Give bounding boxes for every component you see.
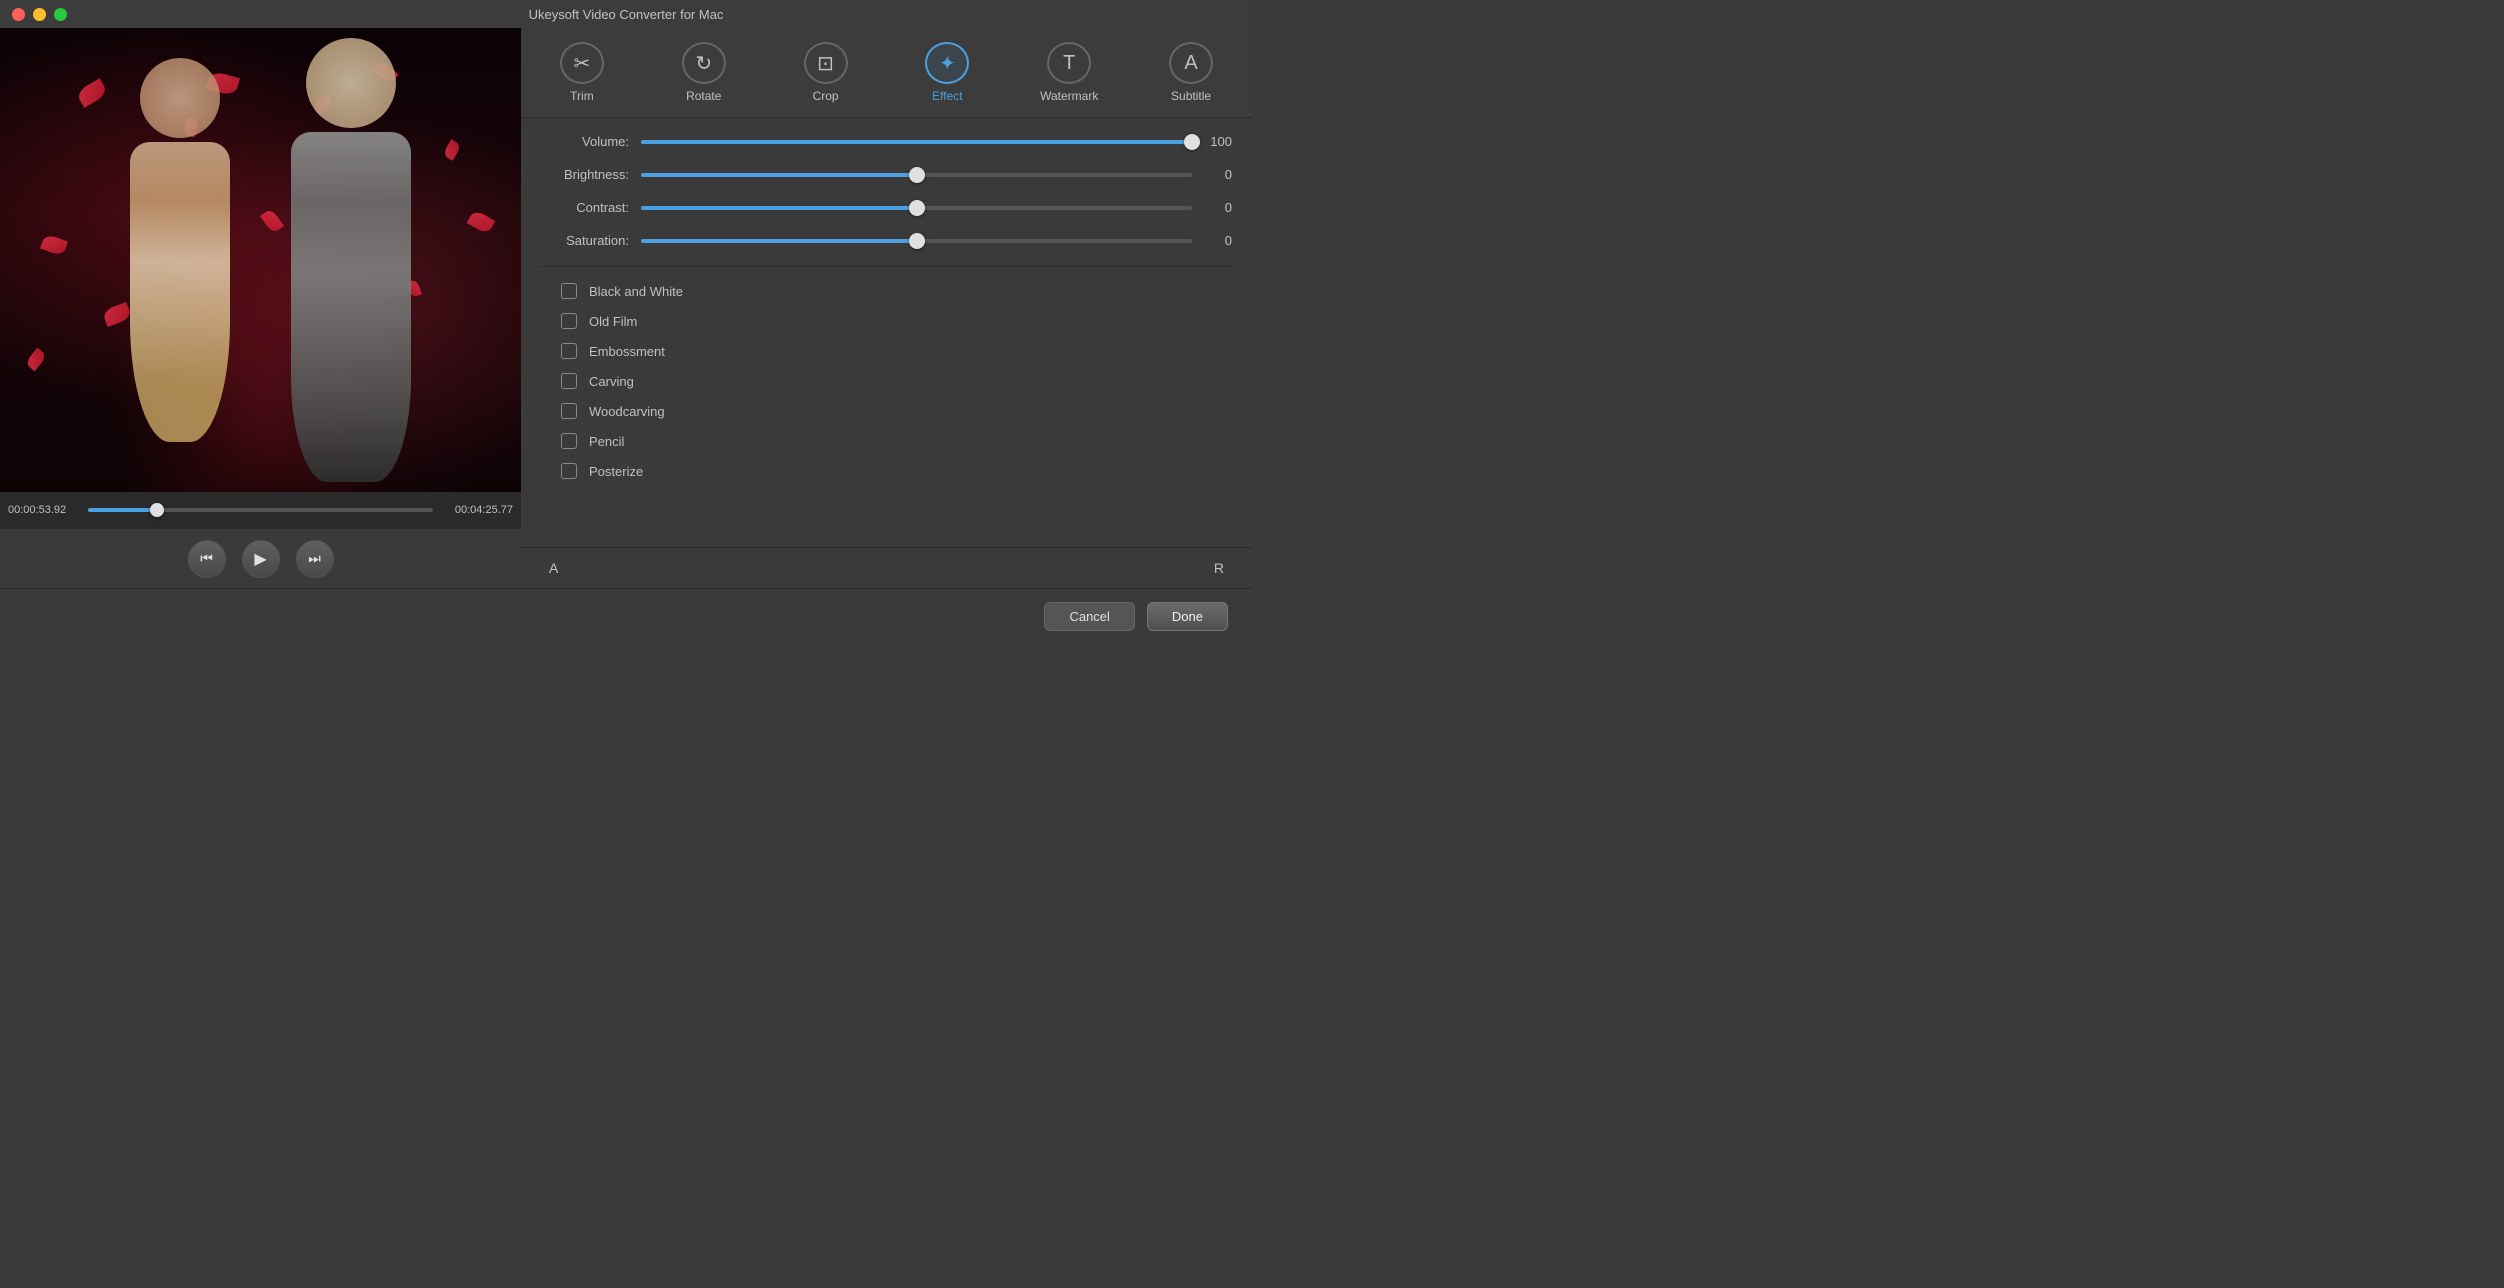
progress-fill (88, 508, 157, 512)
saturation-thumb[interactable] (909, 233, 925, 249)
watermark-label: Watermark (1040, 89, 1098, 103)
subtitle-label: Subtitle (1171, 89, 1211, 103)
carving-label: Carving (589, 374, 634, 389)
main-content: 00:00:53.92 00:04:25.77 ⏮ ▶ ⏭ ✂ Trim ↻ R… (0, 28, 1252, 588)
video-player[interactable] (0, 28, 521, 492)
saturation-value: 0 (1192, 233, 1232, 248)
volume-fill (641, 140, 1192, 144)
window-title: Ukeysoft Video Converter for Mac (529, 7, 724, 22)
traffic-lights (12, 8, 67, 21)
timeline-bar: 00:00:53.92 00:04:25.77 (0, 492, 521, 528)
volume-label: Volume: (541, 134, 641, 149)
watermark-icon: T (1047, 42, 1091, 84)
embossment-checkbox[interactable] (561, 343, 577, 359)
pencil-row: Pencil (541, 433, 1232, 449)
ar-buttons-bar: A R (521, 547, 1252, 588)
trim-icon: ✂ (560, 42, 604, 84)
toolbar-item-subtitle[interactable]: A Subtitle (1134, 34, 1248, 111)
black-white-checkbox[interactable] (561, 283, 577, 299)
contrast-label: Contrast: (541, 200, 641, 215)
time-total: 00:04:25.77 (441, 504, 513, 516)
old-film-row: Old Film (541, 313, 1232, 329)
old-film-checkbox[interactable] (561, 313, 577, 329)
bottom-bar: Cancel Done (0, 588, 1252, 644)
crop-label: Crop (813, 89, 839, 103)
rotate-label: Rotate (686, 89, 721, 103)
carving-checkbox[interactable] (561, 373, 577, 389)
crop-icon: ⊡ (804, 42, 848, 84)
brightness-label: Brightness: (541, 167, 641, 182)
controls-bar: ⏮ ▶ ⏭ (0, 528, 521, 588)
play-pause-button[interactable]: ▶ (242, 540, 280, 578)
embossment-row: Embossment (541, 343, 1232, 359)
rotate-icon: ↻ (682, 42, 726, 84)
saturation-label: Saturation: (541, 233, 641, 248)
next-frame-button[interactable]: ⏭ (296, 540, 334, 578)
contrast-value: 0 (1192, 200, 1232, 215)
saturation-fill (641, 239, 917, 243)
woodcarving-checkbox[interactable] (561, 403, 577, 419)
posterize-checkbox[interactable] (561, 463, 577, 479)
toolbar: ✂ Trim ↻ Rotate ⊡ Crop ✦ Effect T Waterm… (521, 28, 1252, 118)
old-film-label: Old Film (589, 314, 637, 329)
brightness-fill (641, 173, 917, 177)
saturation-row: Saturation: 0 (541, 233, 1232, 248)
done-button[interactable]: Done (1147, 602, 1228, 631)
black-white-label: Black and White (589, 284, 683, 299)
carving-row: Carving (541, 373, 1232, 389)
progress-bar[interactable] (88, 508, 433, 512)
close-button[interactable] (12, 8, 25, 21)
maximize-button[interactable] (54, 8, 67, 21)
pencil-checkbox[interactable] (561, 433, 577, 449)
posterize-label: Posterize (589, 464, 643, 479)
r-button[interactable]: R (1206, 556, 1232, 580)
brightness-value: 0 (1192, 167, 1232, 182)
toolbar-item-trim[interactable]: ✂ Trim (525, 34, 639, 111)
volume-row: Volume: 100 (541, 134, 1232, 149)
woodcarving-row: Woodcarving (541, 403, 1232, 419)
brightness-thumb[interactable] (909, 167, 925, 183)
volume-thumb[interactable] (1184, 134, 1200, 150)
saturation-slider[interactable] (641, 239, 1192, 243)
contrast-fill (641, 206, 917, 210)
brightness-slider[interactable] (641, 173, 1192, 177)
prev-frame-button[interactable]: ⏮ (188, 540, 226, 578)
subtitle-icon: A (1169, 42, 1213, 84)
time-current: 00:00:53.92 (8, 504, 80, 516)
titlebar: Ukeysoft Video Converter for Mac (0, 0, 1252, 28)
black-white-row: Black and White (541, 283, 1232, 299)
trim-label: Trim (570, 89, 594, 103)
pencil-label: Pencil (589, 434, 624, 449)
divider (541, 266, 1232, 267)
progress-thumb[interactable] (150, 503, 164, 517)
posterize-row: Posterize (541, 463, 1232, 479)
brightness-row: Brightness: 0 (541, 167, 1232, 182)
effect-icon: ✦ (925, 42, 969, 84)
toolbar-item-watermark[interactable]: T Watermark (1012, 34, 1126, 111)
video-area: 00:00:53.92 00:04:25.77 ⏮ ▶ ⏭ (0, 28, 521, 588)
effect-label: Effect (932, 89, 962, 103)
toolbar-item-rotate[interactable]: ↻ Rotate (647, 34, 761, 111)
a-button[interactable]: A (541, 556, 566, 580)
volume-slider[interactable] (641, 140, 1192, 144)
right-panel: ✂ Trim ↻ Rotate ⊡ Crop ✦ Effect T Waterm… (521, 28, 1252, 588)
toolbar-item-crop[interactable]: ⊡ Crop (769, 34, 883, 111)
minimize-button[interactable] (33, 8, 46, 21)
cancel-button[interactable]: Cancel (1044, 602, 1134, 631)
contrast-row: Contrast: 0 (541, 200, 1232, 215)
contrast-thumb[interactable] (909, 200, 925, 216)
effect-panel: Volume: 100 Brightness: 0 Contrast: (521, 118, 1252, 547)
toolbar-item-effect[interactable]: ✦ Effect (890, 34, 1004, 111)
woodcarving-label: Woodcarving (589, 404, 665, 419)
embossment-label: Embossment (589, 344, 665, 359)
contrast-slider[interactable] (641, 206, 1192, 210)
